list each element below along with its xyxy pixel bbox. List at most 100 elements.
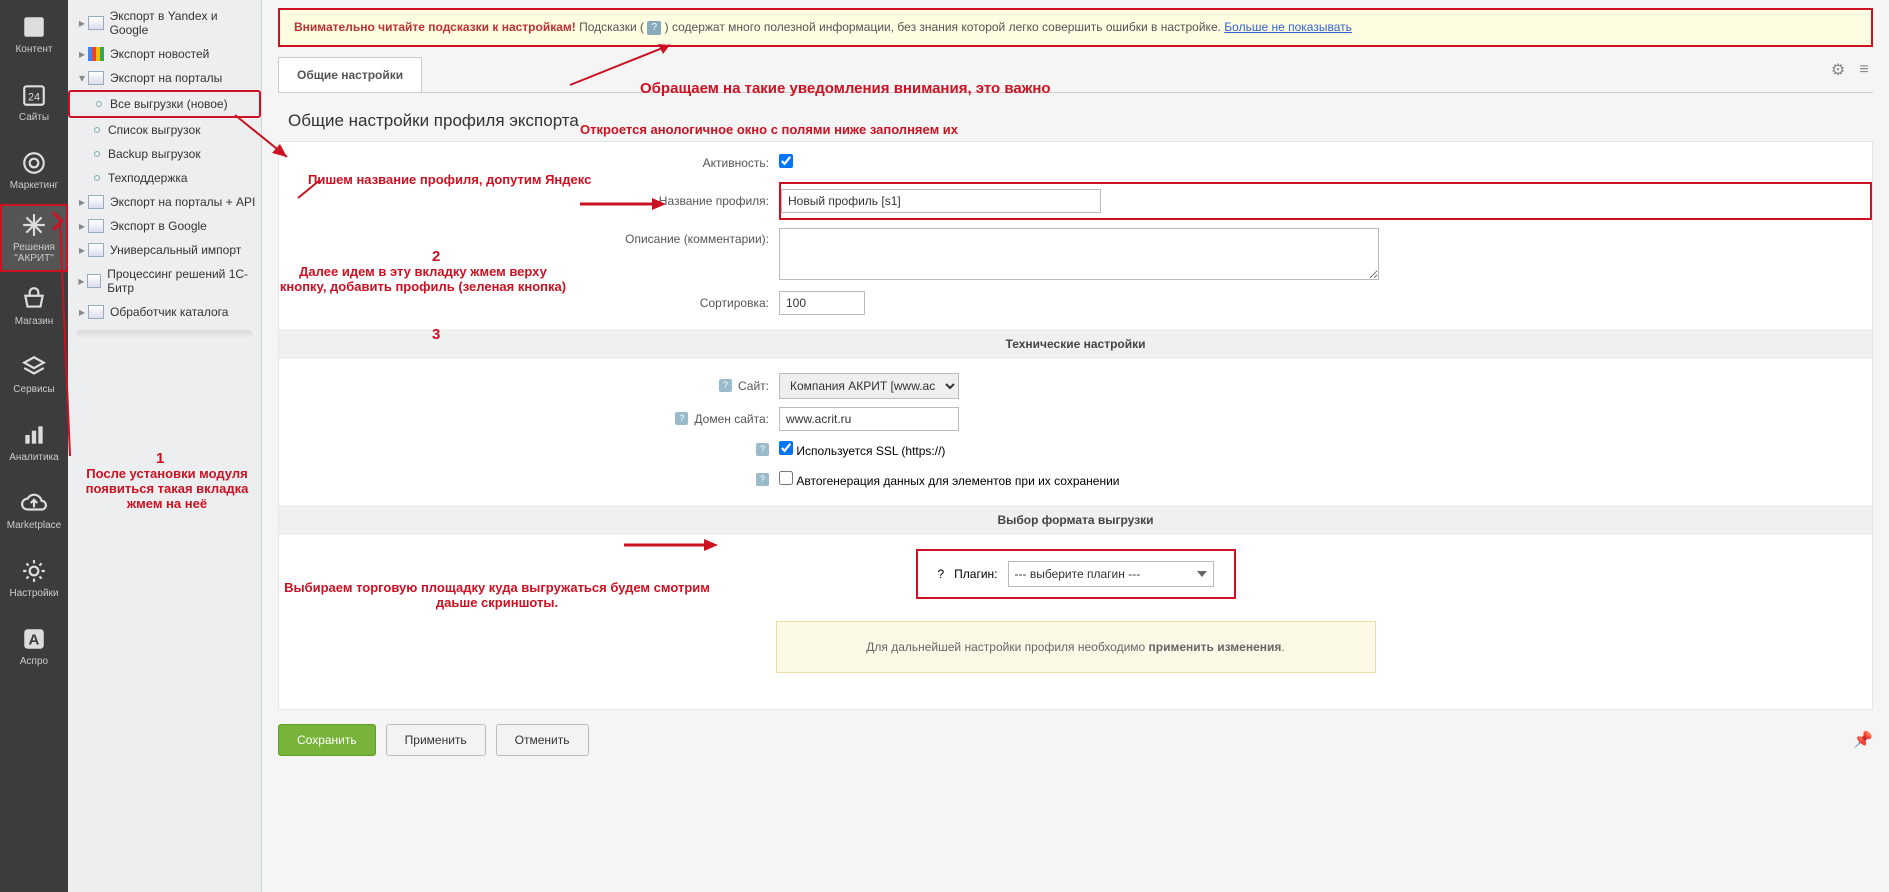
- tree-item-support[interactable]: Техподдержка: [68, 166, 261, 190]
- rail-item-shop[interactable]: Магазин: [0, 272, 68, 340]
- sort-input[interactable]: [779, 291, 865, 315]
- label-description: Описание (комментарии):: [625, 232, 769, 246]
- rail-item-label: Аспро: [20, 656, 48, 667]
- tab-bar: Общие настройки ⚙ ≡: [278, 57, 1873, 93]
- tree-item-label: Список выгрузок: [108, 123, 200, 137]
- tree-item-label: Экспорт новостей: [110, 47, 209, 61]
- doc-icon: [88, 305, 104, 319]
- help-icon[interactable]: ?: [756, 443, 769, 456]
- letter-a-icon: A: [21, 626, 47, 652]
- tree-item-export-google[interactable]: ▸Экспорт в Google: [68, 214, 261, 238]
- tree-item-label: Процессинг решений 1С-Битр: [107, 267, 257, 295]
- rail-item-label: Контент: [15, 44, 52, 55]
- calendar-icon: 24: [21, 82, 47, 108]
- rail-item-label: Решения "АКРИТ": [2, 242, 66, 264]
- row-autogen: ? Автогенерация данных для элементов при…: [279, 465, 1872, 495]
- rail-item-settings[interactable]: Настройки: [0, 544, 68, 612]
- rail-item-services[interactable]: Сервисы: [0, 340, 68, 408]
- tree-item-portals[interactable]: ▾Экспорт на порталы: [68, 66, 261, 90]
- pin-icon[interactable]: 📌: [1853, 730, 1873, 750]
- apply-hint-t2: .: [1281, 640, 1284, 654]
- label-plugin: Плагин:: [954, 567, 997, 581]
- apply-hint-bold: применить изменения: [1149, 640, 1282, 654]
- bullet-icon: [94, 151, 100, 157]
- hint-alert: Внимательно читайте подсказки к настройк…: [278, 8, 1873, 47]
- tree-item-label: Экспорт на порталы + API: [110, 195, 255, 209]
- hint-alert-text2: ) содержат много полезной информации, бе…: [665, 20, 1221, 34]
- bullet-icon: [96, 101, 102, 107]
- svg-text:A: A: [29, 631, 40, 648]
- rail-item-content[interactable]: Контент: [0, 0, 68, 68]
- rail-item-marketing[interactable]: Маркетинг: [0, 136, 68, 204]
- doc-icon: [88, 16, 104, 30]
- sidebar-scrollbar[interactable]: [76, 330, 253, 340]
- section-format: Выбор формата выгрузки: [279, 505, 1872, 535]
- rail-item-aspro[interactable]: A Аспро: [0, 612, 68, 680]
- barchart-icon: [21, 422, 47, 448]
- hint-dismiss-link[interactable]: Больше не показывать: [1224, 20, 1352, 34]
- content-icon: [21, 14, 47, 40]
- target-icon: [21, 150, 47, 176]
- label-site: Сайт:: [738, 379, 769, 393]
- tree-item-yandex-google[interactable]: ▸Экспорт в Yandex и Google: [68, 4, 261, 42]
- rail-item-label: Маркетинг: [10, 180, 59, 191]
- rail-item-label: Аналитика: [9, 452, 59, 463]
- doc-icon: [88, 195, 104, 209]
- left-rail: Контент 24 Сайты Маркетинг Решения "АКРИ…: [0, 0, 68, 892]
- site-select[interactable]: Компания АКРИТ [www.acrit.ru]: [779, 373, 959, 399]
- menu-icon[interactable]: ≡: [1855, 61, 1873, 79]
- basket-icon: [21, 286, 47, 312]
- row-sort: Сортировка:: [279, 287, 1872, 319]
- tree-item-all-exports[interactable]: Все выгрузки (новое): [68, 90, 261, 118]
- save-button[interactable]: Сохранить: [278, 724, 376, 756]
- main-area: Внимательно читайте подсказки к настройк…: [262, 0, 1889, 892]
- profile-name-input[interactable]: [781, 189, 1101, 213]
- plugin-select[interactable]: --- выберите плагин ---: [1008, 561, 1214, 587]
- help-icon[interactable]: ?: [937, 567, 944, 581]
- cloud-upload-icon: [21, 490, 47, 516]
- apply-hint-box: Для дальнейшей настройки профиля необход…: [776, 621, 1376, 673]
- tree-item-universal-import[interactable]: ▸Универсальный импорт: [68, 238, 261, 262]
- cancel-button[interactable]: Отменить: [496, 724, 589, 756]
- row-domain: ? Домен сайта:: [279, 403, 1872, 435]
- export-profile-form: Активность: Название профиля: Описание (…: [278, 141, 1873, 710]
- rail-item-sites[interactable]: 24 Сайты: [0, 68, 68, 136]
- rail-item-label: Сайты: [19, 112, 49, 123]
- tree-item-processing[interactable]: ▸Процессинг решений 1С-Битр: [68, 262, 261, 300]
- label-domain: Домен сайта:: [694, 412, 769, 426]
- gear-icon[interactable]: ⚙: [1829, 61, 1847, 79]
- doc-icon: [88, 71, 104, 85]
- label-active: Активность:: [703, 156, 769, 170]
- tree-item-portals-api[interactable]: ▸Экспорт на порталы + API: [68, 190, 261, 214]
- description-textarea[interactable]: [779, 228, 1379, 280]
- tree-item-news[interactable]: ▸Экспорт новостей: [68, 42, 261, 66]
- active-checkbox[interactable]: [779, 154, 793, 168]
- rail-item-label: Marketplace: [7, 520, 61, 531]
- tree-item-label: Backup выгрузок: [108, 147, 201, 161]
- tree-item-label: Экспорт на порталы: [110, 71, 222, 85]
- help-icon[interactable]: ?: [756, 473, 769, 486]
- help-icon[interactable]: ?: [675, 412, 688, 425]
- tree-item-export-list[interactable]: Список выгрузок: [68, 118, 261, 142]
- rail-item-analytics[interactable]: Аналитика: [0, 408, 68, 476]
- row-profile-name: Название профиля:: [279, 178, 1872, 224]
- help-icon[interactable]: ?: [719, 379, 732, 392]
- doc-icon: [87, 274, 102, 288]
- tree-item-backup[interactable]: Backup выгрузок: [68, 142, 261, 166]
- tab-general[interactable]: Общие настройки: [278, 57, 422, 92]
- hint-alert-bold: Внимательно читайте подсказки к настройк…: [294, 20, 576, 34]
- tree-item-label: Обработчик каталога: [110, 305, 228, 319]
- gear-icon: [21, 558, 47, 584]
- rail-item-marketplace[interactable]: Marketplace: [0, 476, 68, 544]
- apply-button[interactable]: Применить: [386, 724, 486, 756]
- google-icon: [88, 47, 104, 61]
- section-technical: Технические настройки: [279, 329, 1872, 359]
- domain-input[interactable]: [779, 407, 959, 431]
- label-profile-name: Название профиля:: [659, 194, 769, 208]
- tree-item-catalog-handler[interactable]: ▸Обработчик каталога: [68, 300, 261, 324]
- ssl-checkbox[interactable]: [779, 441, 793, 455]
- autogen-checkbox[interactable]: [779, 471, 793, 485]
- label-autogen: Автогенерация данных для элементов при и…: [796, 474, 1119, 488]
- plugin-select-value: --- выберите плагин ---: [1015, 567, 1141, 581]
- label-ssl: Используется SSL (https://): [796, 444, 945, 458]
